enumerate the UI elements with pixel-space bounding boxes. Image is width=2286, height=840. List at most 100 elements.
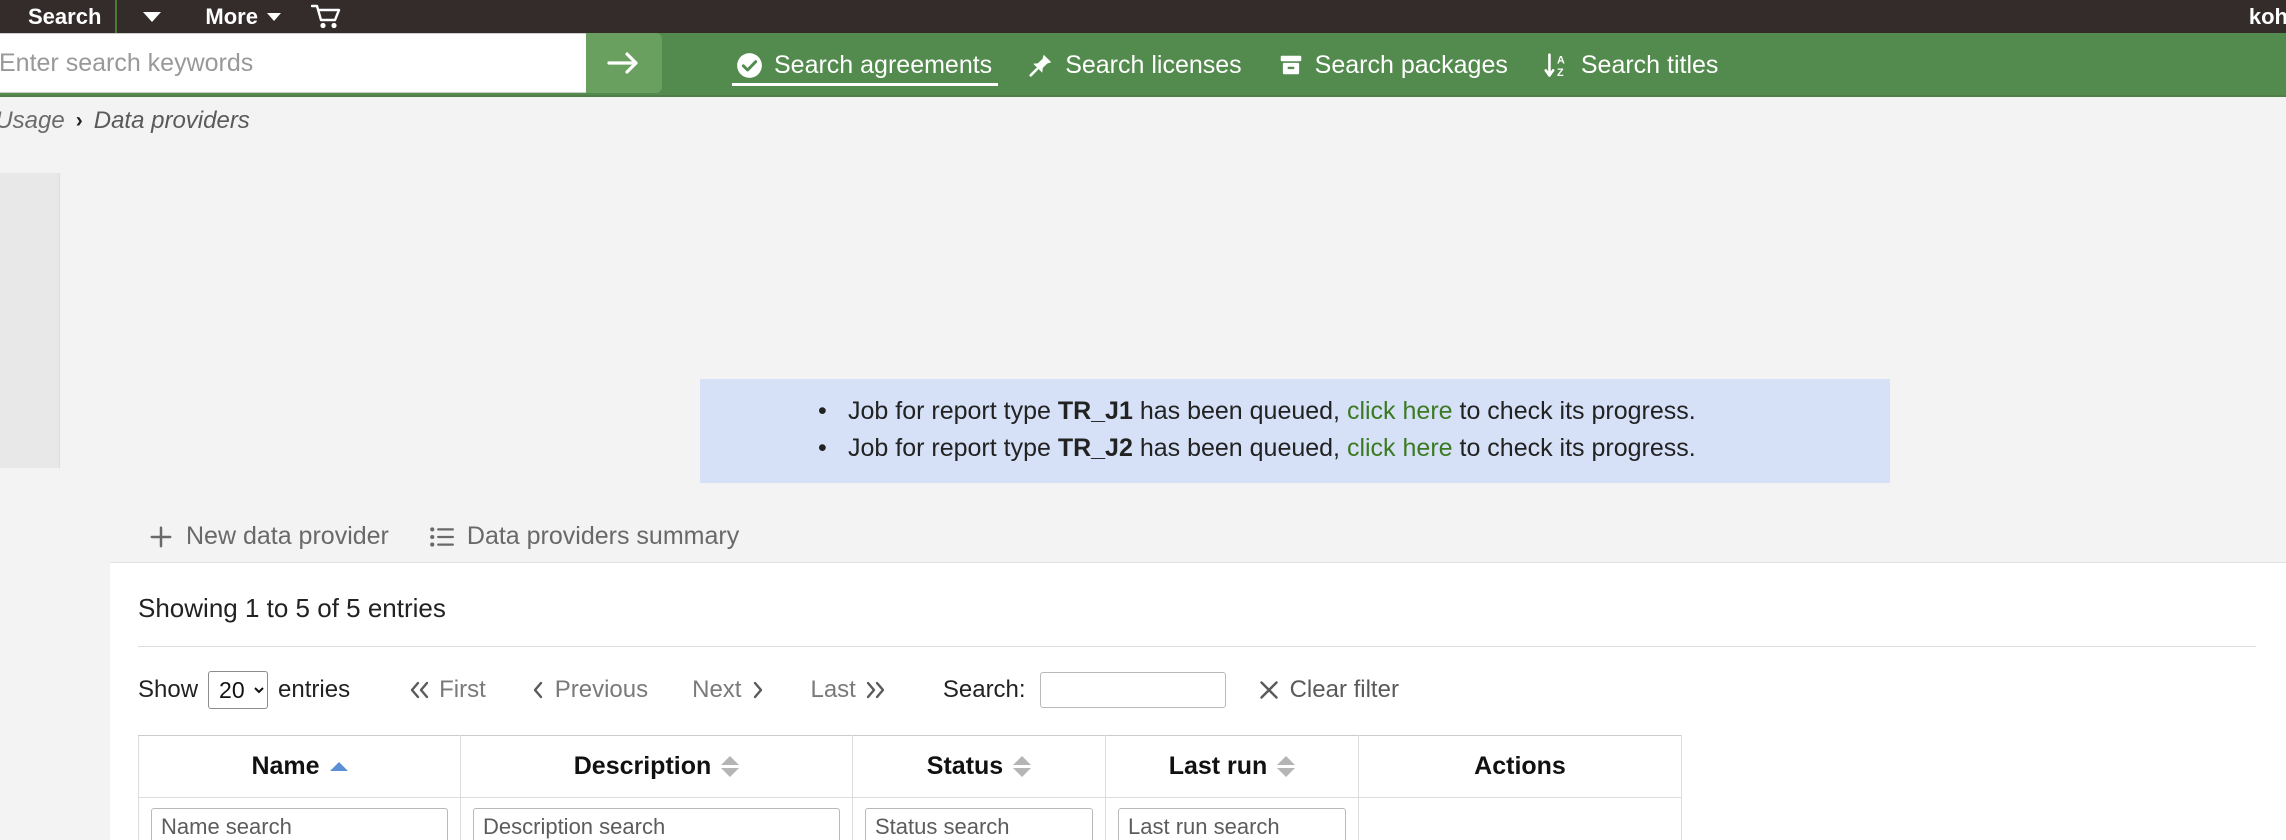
top-navigation-bar: Search More koh [0,0,2286,33]
breadcrumb: eUsage › Data providers [0,97,2286,145]
arrow-right-icon [606,50,642,76]
column-header-name[interactable]: Name [139,736,461,798]
sort-toggle-icon [721,756,739,777]
column-label: Last run [1169,752,1268,781]
tab-label: Search agreements [774,51,992,80]
pagination-next-label: Next [692,676,741,704]
new-data-provider-button[interactable]: New data provider [146,518,391,555]
description-filter-input[interactable] [473,808,840,840]
alert-report-type: TR_J1 [1058,397,1133,425]
alert-message: Job for report type TR_J1 has been queue… [818,393,1890,430]
sort-toggle-icon [1013,756,1031,777]
list-icon [429,525,455,549]
tab-label: Search titles [1581,51,1719,80]
alert-middle: has been queued, [1133,397,1347,425]
alert-progress-link[interactable]: click here [1347,397,1453,425]
search-tabs: Search agreements Search licenses Search… [718,33,1736,97]
clear-filter-button[interactable]: Clear filter [1258,676,1399,704]
column-label: Name [251,752,319,781]
alert-suffix: to check its progress. [1453,434,1696,462]
new-data-provider-label: New data provider [186,522,389,551]
table-search-label: Search: [943,676,1026,704]
search-bar: Search agreements Search licenses Search… [0,33,2286,97]
topbar-left-group: Search More [14,0,361,33]
close-x-icon [1258,679,1280,701]
topbar-right-group: koh [2249,0,2286,33]
search-submit-button[interactable] [586,33,662,93]
chevron-down-icon [143,12,161,22]
cart-button[interactable] [291,0,361,33]
sort-toggle-icon [1277,756,1295,777]
filter-cell-last-run [1106,798,1359,840]
sort-ascending-icon [330,762,348,771]
data-providers-summary-button[interactable]: Data providers summary [427,518,741,555]
breadcrumb-current: Data providers [94,107,250,135]
left-sidebar-rail [0,173,60,468]
column-header-last-run[interactable]: Last run [1106,736,1359,798]
last-run-filter-input[interactable] [1118,808,1346,840]
alert-message: Job for report type TR_J2 has been queue… [818,430,1890,467]
page-size-control: Show 20 entries [138,671,350,709]
pagination-next[interactable]: Next [670,676,788,704]
table-search-input[interactable] [1040,672,1226,708]
nav-search-link[interactable]: Search [14,0,115,33]
pushpin-icon [1028,52,1054,78]
column-label: Description [574,752,712,781]
tab-search-packages[interactable]: Search packages [1260,33,1526,97]
column-header-actions: Actions [1359,736,1682,798]
column-label: Status [927,752,1003,781]
breadcrumb-parent-link[interactable]: eUsage [0,107,65,135]
pagination-first[interactable]: First [386,676,508,704]
page-size-select[interactable]: 20 [208,671,268,709]
alert-progress-link[interactable]: click here [1347,434,1453,462]
plus-icon [148,524,174,550]
alert-report-type: TR_J2 [1058,434,1133,462]
job-queued-alert: Job for report type TR_J1 has been queue… [700,379,1890,483]
filter-cell-name [139,798,461,840]
svg-text:Z: Z [1557,66,1564,78]
tab-search-titles[interactable]: A Z Search titles [1526,33,1737,97]
search-input[interactable] [0,33,586,93]
status-filter-input[interactable] [865,808,1093,840]
clear-filter-label: Clear filter [1290,676,1399,704]
divider [138,646,2256,647]
pagination-controls: First Previous Next [386,676,909,704]
search-form [0,33,662,93]
nav-more-label: More [205,4,258,30]
pagination-last[interactable]: Last [788,676,908,704]
tab-label: Search licenses [1065,51,1241,80]
filter-cell-actions [1359,798,1682,840]
page-body: Job for report type TR_J1 has been queue… [0,145,2286,840]
nav-more-menu[interactable]: More [187,0,291,33]
svg-text:A: A [1557,54,1565,66]
entries-summary: Showing 1 to 5 of 5 entries [138,593,2286,624]
nav-search-dropdown-toggle[interactable] [117,0,187,33]
page-toolbar: New data provider Data providers summary [146,518,741,555]
column-header-status[interactable]: Status [853,736,1106,798]
pagination-previous-label: Previous [555,676,648,704]
filter-cell-status [853,798,1106,840]
column-header-description[interactable]: Description [461,736,853,798]
chevron-right-icon [750,680,766,700]
archive-box-icon [1278,52,1304,78]
data-providers-table: Name Description Statu [138,735,1682,840]
pagination-previous[interactable]: Previous [508,676,670,704]
pagination-first-label: First [439,676,486,704]
double-chevron-left-icon [408,680,430,700]
tab-label: Search packages [1315,51,1508,80]
alert-middle: has been queued, [1133,434,1347,462]
chevron-right-icon: › [76,109,83,133]
panel-inner: Showing 1 to 5 of 5 entries Show 20 entr… [110,563,2286,840]
sort-alpha-down-icon: A Z [1544,52,1570,79]
cart-icon [311,4,341,30]
table-filter-row [139,798,1682,840]
data-providers-panel: Showing 1 to 5 of 5 entries Show 20 entr… [110,562,2286,840]
double-chevron-right-icon [865,680,887,700]
show-label: Show [138,676,198,704]
name-filter-input[interactable] [151,808,448,840]
tab-search-agreements[interactable]: Search agreements [718,33,1010,97]
data-providers-summary-label: Data providers summary [467,522,739,551]
user-menu[interactable]: koh [2249,4,2286,30]
tab-search-licenses[interactable]: Search licenses [1010,33,1259,97]
chevron-left-icon [530,680,546,700]
